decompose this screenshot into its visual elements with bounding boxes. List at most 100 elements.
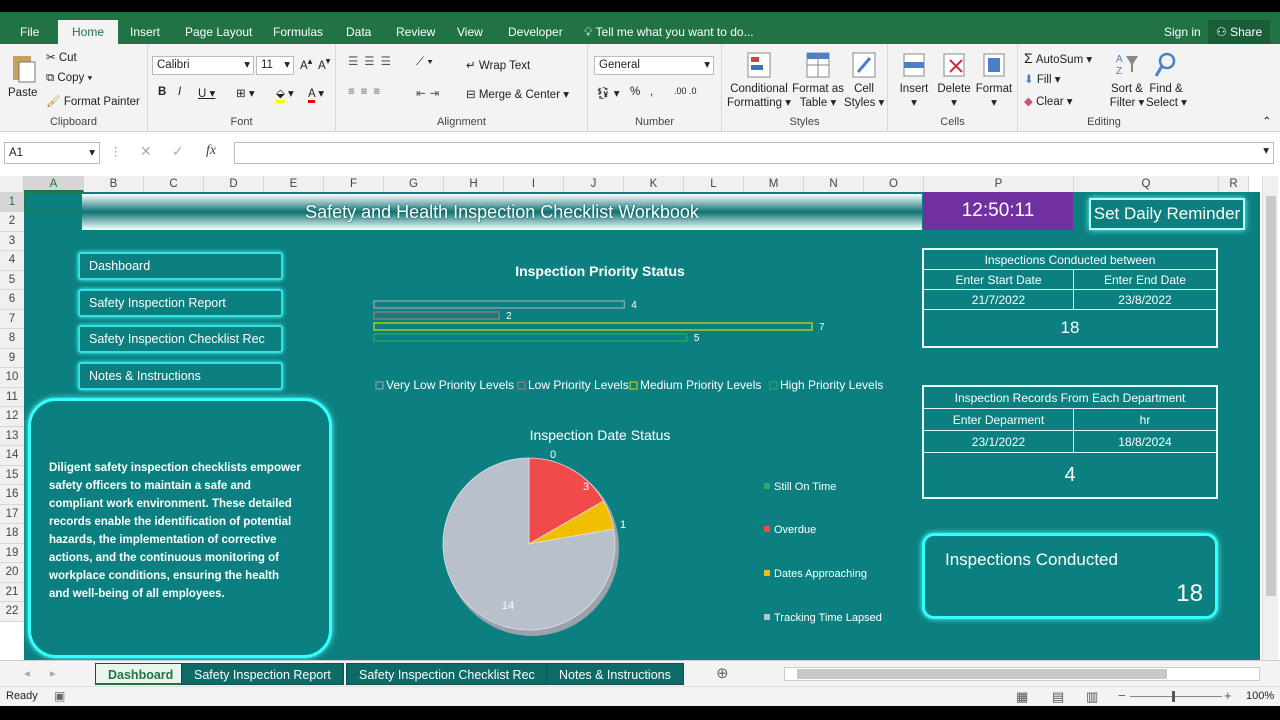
format-painter-button[interactable]: 🖌︎ Format Painter	[46, 94, 140, 108]
insert-cells-button[interactable]: Insert ▾	[894, 50, 934, 109]
cell-styles-button[interactable]: Cell Styles ▾	[844, 50, 884, 109]
end-date-input[interactable]: 23/8/2022	[1074, 290, 1216, 310]
row-header-4[interactable]: 4	[0, 251, 24, 271]
format-as-table-button[interactable]: Format as Table ▾	[792, 50, 844, 109]
select-all-corner[interactable]	[0, 176, 24, 192]
fill-color-icon[interactable]: ⬙ ▾	[276, 86, 294, 103]
vertical-align-icons[interactable]: ☰☰☰	[348, 54, 397, 68]
collapse-ribbon-icon[interactable]: ⌃	[1262, 114, 1272, 128]
horizontal-align-icons[interactable]: ≡≡≡	[348, 86, 386, 98]
row-header-18[interactable]: 18	[0, 524, 24, 544]
row-header-3[interactable]: 3	[0, 231, 24, 251]
row-header-6[interactable]: 6	[0, 290, 24, 310]
row-header-20[interactable]: 20	[0, 563, 24, 583]
zoom-out-icon[interactable]: −	[1118, 688, 1126, 703]
sheet-tab-checklist-rec[interactable]: Safety Inspection Checklist Rec	[346, 663, 548, 685]
dept-end-input[interactable]: 18/8/2024	[1074, 431, 1216, 453]
sort-filter-button[interactable]: A Z Sort & Filter ▾	[1108, 50, 1146, 109]
horizontal-scrollbar[interactable]	[784, 667, 1260, 681]
row-header-12[interactable]: 12	[0, 407, 24, 427]
tab-page-layout[interactable]: Page Layout	[183, 20, 254, 44]
enter-icon[interactable]: ✓	[172, 143, 184, 160]
clear-button[interactable]: ◆ Clear ▾	[1024, 94, 1073, 108]
column-header-e[interactable]: E	[264, 176, 324, 192]
orientation-icon[interactable]: ⟋ ▾	[416, 56, 433, 69]
wrap-text-button[interactable]: ↵ Wrap Text	[466, 58, 530, 72]
nav-checklist-rec-button[interactable]: Safety Inspection Checklist Rec	[78, 325, 283, 353]
selected-cell-a1[interactable]	[24, 192, 84, 212]
font-name-select[interactable]: Calibri ▾	[152, 56, 254, 75]
row-header-14[interactable]: 14	[0, 446, 24, 466]
autosum-button[interactable]: Σ AutoSum ▾	[1024, 50, 1092, 66]
column-header-a[interactable]: A	[24, 176, 84, 192]
tab-formulas[interactable]: Formulas	[271, 20, 325, 44]
column-header-r[interactable]: R	[1219, 176, 1249, 192]
share-button[interactable]: ⚇ Share	[1208, 20, 1271, 44]
tab-home[interactable]: Home	[58, 20, 119, 44]
row-header-22[interactable]: 22	[0, 602, 24, 622]
borders-icon[interactable]: ⊞ ▾	[236, 86, 255, 100]
row-header-16[interactable]: 16	[0, 485, 24, 505]
percent-icon[interactable]: %	[630, 86, 640, 98]
sheet-tab-dashboard[interactable]: Dashboard	[95, 663, 187, 685]
column-header-c[interactable]: C	[144, 176, 204, 192]
number-format-select[interactable]: General ▾	[594, 56, 714, 75]
page-break-view-icon[interactable]: ▥	[1086, 689, 1098, 705]
column-header-h[interactable]: H	[444, 176, 504, 192]
grow-font-icon[interactable]: A▴	[300, 56, 312, 72]
zoom-slider[interactable]	[1130, 696, 1222, 697]
underline-button[interactable]: U ▾	[198, 86, 215, 100]
row-header-5[interactable]: 5	[0, 270, 24, 290]
sheet-tab-safety-report[interactable]: Safety Inspection Report	[181, 663, 344, 685]
function-icon[interactable]: fx	[206, 143, 216, 159]
fill-button[interactable]: ⬇ Fill ▾	[1024, 72, 1061, 86]
currency-icon[interactable]: 💱︎ ▾	[596, 86, 620, 100]
column-header-i[interactable]: I	[504, 176, 564, 192]
column-header-o[interactable]: O	[864, 176, 924, 192]
start-date-input[interactable]: 21/7/2022	[924, 290, 1074, 310]
italic-button[interactable]: I	[178, 86, 181, 98]
tell-me-box[interactable]: 💡︎ Tell me what you want to do...	[582, 20, 756, 44]
name-box[interactable]: A1 ▾	[4, 142, 100, 164]
column-header-g[interactable]: G	[384, 176, 444, 192]
tab-file[interactable]: File	[18, 20, 41, 44]
column-header-d[interactable]: D	[204, 176, 264, 192]
row-header-11[interactable]: 11	[0, 387, 24, 407]
nav-dashboard-button[interactable]: Dashboard	[78, 252, 283, 280]
copy-button[interactable]: ⧉ Copy ▾	[46, 72, 92, 85]
sign-in-link[interactable]: Sign in	[1162, 20, 1203, 44]
cancel-icon[interactable]: ✕	[140, 143, 152, 160]
comma-icon[interactable]: ,	[650, 86, 653, 98]
column-header-k[interactable]: K	[624, 176, 684, 192]
row-header-17[interactable]: 17	[0, 504, 24, 524]
sheet-tab-notes[interactable]: Notes & Instructions	[546, 663, 684, 685]
tab-developer[interactable]: Developer	[506, 20, 565, 44]
add-sheet-icon[interactable]: ⊕	[716, 664, 729, 682]
nav-notes-button[interactable]: Notes & Instructions	[78, 362, 283, 390]
tab-data[interactable]: Data	[344, 20, 373, 44]
column-header-m[interactable]: M	[744, 176, 804, 192]
column-header-f[interactable]: F	[324, 176, 384, 192]
font-size-select[interactable]: 11 ▾	[256, 56, 294, 75]
delete-cells-button[interactable]: Delete ▾	[934, 50, 974, 109]
paste-button[interactable]: Paste	[8, 52, 37, 99]
row-header-13[interactable]: 13	[0, 426, 24, 446]
row-header-1[interactable]: 1	[0, 192, 24, 212]
column-header-b[interactable]: B	[84, 176, 144, 192]
row-header-8[interactable]: 8	[0, 329, 24, 349]
prev-sheet-icon[interactable]: ◂	[24, 666, 30, 680]
shrink-font-icon[interactable]: A▾	[318, 56, 330, 72]
vertical-scrollbar[interactable]	[1262, 176, 1278, 660]
row-header-21[interactable]: 21	[0, 582, 24, 602]
next-sheet-icon[interactable]: ▸	[50, 666, 56, 680]
nav-safety-report-button[interactable]: Safety Inspection Report	[78, 289, 283, 317]
row-header-9[interactable]: 9	[0, 348, 24, 368]
row-header-19[interactable]: 19	[0, 543, 24, 563]
h-scroll-thumb[interactable]	[797, 669, 1167, 679]
conditional-formatting-button[interactable]: Conditional Formatting ▾	[726, 50, 792, 109]
bold-button[interactable]: B	[158, 86, 166, 98]
row-header-10[interactable]: 10	[0, 368, 24, 388]
scroll-thumb[interactable]	[1266, 196, 1276, 596]
normal-view-icon[interactable]: ▦	[1016, 689, 1028, 705]
row-header-2[interactable]: 2	[0, 212, 24, 232]
